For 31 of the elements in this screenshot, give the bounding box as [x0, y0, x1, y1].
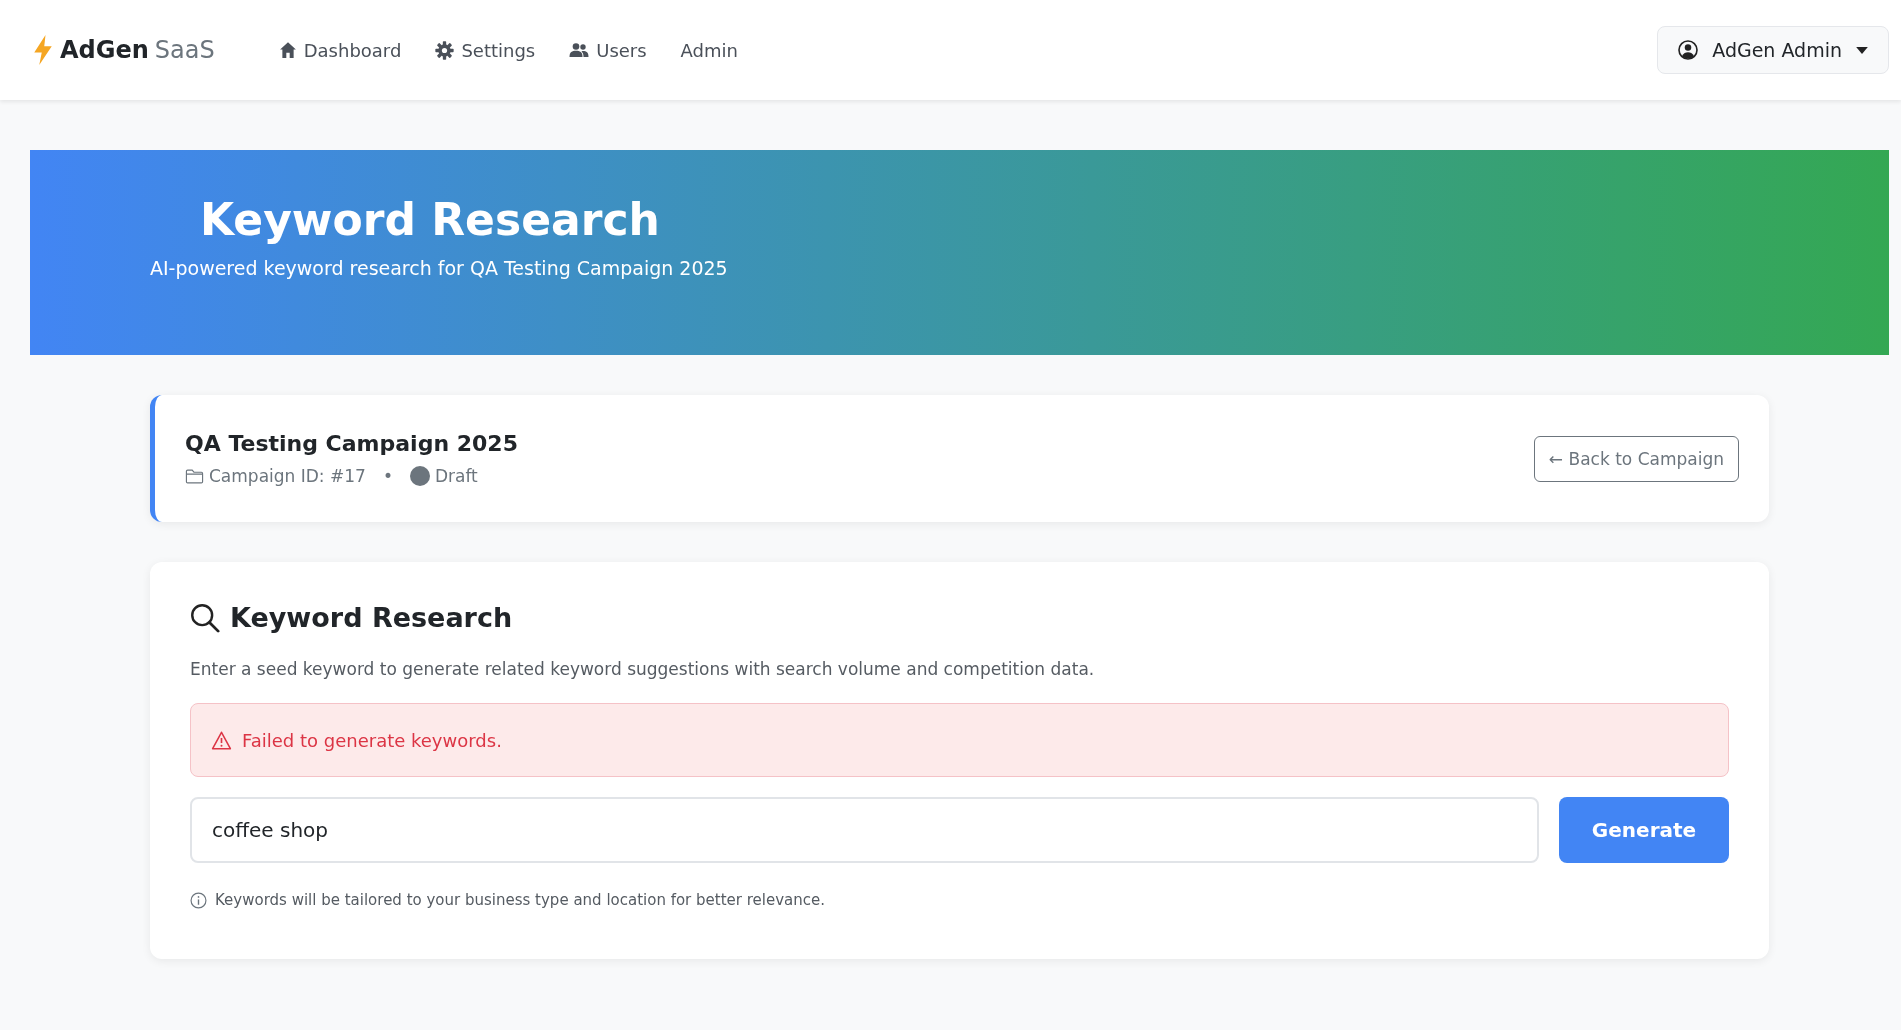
- separator-dot: •: [382, 466, 393, 486]
- generate-button[interactable]: Generate: [1559, 797, 1729, 863]
- warning-icon: [211, 730, 232, 750]
- users-icon: [569, 42, 590, 58]
- brand-name[interactable]: AdGen: [60, 36, 149, 64]
- page-title: Keyword Research: [200, 194, 661, 245]
- caret-icon: [1856, 46, 1868, 54]
- seed-keyword-input[interactable]: coffee shop: [190, 797, 1539, 863]
- status-dot: [409, 466, 430, 486]
- campaign-name: QA Testing Campaign 2025: [185, 431, 518, 456]
- settings-icon: [435, 40, 455, 60]
- campaign-id: Campaign ID: #17: [209, 466, 366, 486]
- section-title: Keyword Research: [230, 602, 513, 633]
- campaign-status: Draft: [434, 466, 478, 486]
- nav-link[interactable]: Admin: [672, 33, 746, 67]
- home-icon: [278, 41, 297, 59]
- hint-text: Keywords will be tailored to your business type and location for better relevance.: [215, 891, 825, 909]
- folder-icon: [185, 468, 204, 484]
- info-icon: [190, 891, 207, 909]
- page-subtitle: AI-powered keyword research for QA Testing Campaign 2025: [150, 257, 729, 279]
- search-icon: [190, 602, 220, 633]
- lightning-bolt-icon: [32, 35, 54, 65]
- section-description: Enter a seed keyword to generate related keyword suggestions with search volume and competition data.: [190, 659, 1096, 679]
- error-message: Failed to generate keywords.: [242, 729, 502, 751]
- brand-suffix: SaaS: [154, 36, 215, 64]
- back-to-campaign-button[interactable]: ← Back to Campaign: [1533, 435, 1739, 482]
- user-circle-icon: [1678, 40, 1699, 60]
- user-menu-button[interactable]: AdGen Admin: [1657, 26, 1889, 74]
- nav-link[interactable]: Dashboard: [270, 33, 410, 67]
- nav-link[interactable]: Settings: [427, 33, 544, 67]
- nav-link[interactable]: Users: [561, 33, 655, 67]
